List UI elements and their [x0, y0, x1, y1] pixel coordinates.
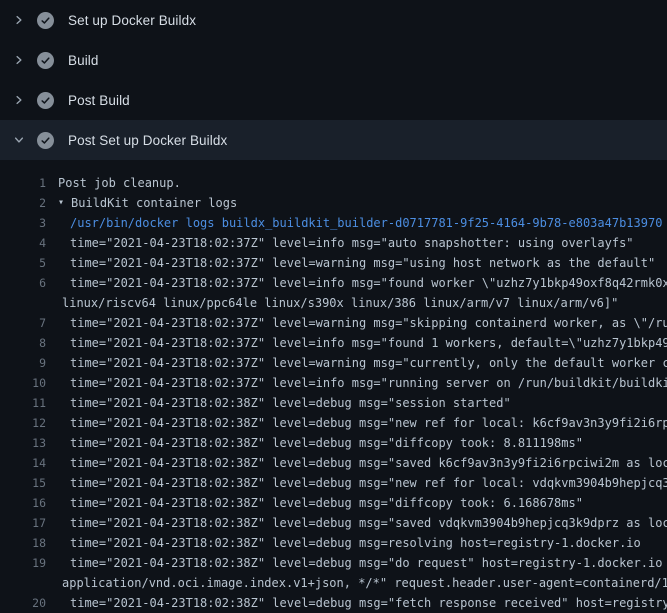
- log-line: 18time="2021-04-23T18:02:38Z" level=debu…: [0, 533, 667, 553]
- chevron-right-icon[interactable]: [11, 12, 27, 28]
- step-header-post-set-up-docker-buildx[interactable]: Post Set up Docker Buildx: [0, 120, 667, 160]
- log-line-number[interactable]: 14: [0, 453, 46, 473]
- log-line-number[interactable]: 1: [0, 173, 46, 193]
- log-line-text: time="2021-04-23T18:02:37Z" level=info m…: [46, 233, 634, 253]
- log-line: 12time="2021-04-23T18:02:38Z" level=debu…: [0, 413, 667, 433]
- log-line: application/vnd.oci.image.index.v1+json,…: [0, 573, 667, 593]
- check-circle-icon: [37, 92, 54, 109]
- log-line-number[interactable]: 19: [0, 553, 46, 573]
- step-header-set-up-docker-buildx[interactable]: Set up Docker Buildx: [0, 0, 667, 40]
- log-line-number: [0, 573, 46, 593]
- log-line: 7time="2021-04-23T18:02:37Z" level=warni…: [0, 313, 667, 333]
- log-line-number[interactable]: 16: [0, 493, 46, 513]
- log-line: 15time="2021-04-23T18:02:38Z" level=debu…: [0, 473, 667, 493]
- log-line-number[interactable]: 3: [0, 213, 46, 233]
- log-line-text: time="2021-04-23T18:02:37Z" level=warnin…: [46, 253, 655, 273]
- log-line-text: linux/riscv64 linux/ppc64le linux/s390x …: [46, 293, 618, 313]
- step-title: Build: [68, 53, 99, 68]
- log-line-text: time="2021-04-23T18:02:38Z" level=debug …: [46, 593, 667, 613]
- log-line: 16time="2021-04-23T18:02:38Z" level=debu…: [0, 493, 667, 513]
- log-line-number[interactable]: 10: [0, 373, 46, 393]
- log-line-number[interactable]: 18: [0, 533, 46, 553]
- step-header-post-build[interactable]: Post Build: [0, 80, 667, 120]
- log-line-number[interactable]: 15: [0, 473, 46, 493]
- workflow-steps-list: Set up Docker Buildx Build Post Build Post …: [0, 0, 667, 160]
- log-line-text: time="2021-04-23T18:02:38Z" level=debug …: [46, 513, 667, 533]
- step-log-output: 1Post job cleanup.2▾BuildKit container l…: [0, 160, 667, 613]
- log-line-text: time="2021-04-23T18:02:38Z" level=debug …: [46, 393, 511, 413]
- log-line: 3/usr/bin/docker logs buildx_buildkit_bu…: [0, 213, 667, 233]
- log-line: 19time="2021-04-23T18:02:38Z" level=debu…: [0, 553, 667, 573]
- log-line-text: time="2021-04-23T18:02:38Z" level=debug …: [46, 413, 667, 433]
- log-line: 4time="2021-04-23T18:02:37Z" level=info …: [0, 233, 667, 253]
- log-line-text: time="2021-04-23T18:02:37Z" level=info m…: [46, 273, 667, 293]
- log-line: linux/riscv64 linux/ppc64le linux/s390x …: [0, 293, 667, 313]
- log-line-text: time="2021-04-23T18:02:38Z" level=debug …: [46, 453, 667, 473]
- log-line-number: [0, 293, 46, 313]
- log-line-number[interactable]: 6: [0, 273, 46, 293]
- log-command-text: /usr/bin/docker logs buildx_buildkit_bui…: [46, 213, 662, 233]
- log-line: 1Post job cleanup.: [0, 173, 667, 193]
- log-line: 17time="2021-04-23T18:02:38Z" level=debu…: [0, 513, 667, 533]
- log-line: 10time="2021-04-23T18:02:37Z" level=info…: [0, 373, 667, 393]
- log-line-text: time="2021-04-23T18:02:37Z" level=info m…: [46, 373, 667, 393]
- log-line-number[interactable]: 11: [0, 393, 46, 413]
- step-title: Post Set up Docker Buildx: [68, 133, 227, 148]
- log-line-text: time="2021-04-23T18:02:38Z" level=debug …: [46, 553, 667, 573]
- log-line-text: time="2021-04-23T18:02:38Z" level=debug …: [46, 493, 583, 513]
- log-line-text: time="2021-04-23T18:02:37Z" level=info m…: [46, 333, 667, 353]
- log-line-number[interactable]: 13: [0, 433, 46, 453]
- log-line-text: time="2021-04-23T18:02:38Z" level=debug …: [46, 433, 583, 453]
- step-header-build[interactable]: Build: [0, 40, 667, 80]
- log-line: 2▾BuildKit container logs: [0, 193, 667, 213]
- log-line-number[interactable]: 20: [0, 593, 46, 613]
- check-circle-icon: [37, 12, 54, 29]
- check-circle-icon: [37, 52, 54, 69]
- log-line-text: time="2021-04-23T18:02:37Z" level=warnin…: [46, 353, 667, 373]
- log-line: 6time="2021-04-23T18:02:37Z" level=info …: [0, 273, 667, 293]
- log-line-number[interactable]: 8: [0, 333, 46, 353]
- chevron-down-icon[interactable]: [11, 132, 27, 148]
- check-circle-icon: [37, 132, 54, 149]
- log-line: 20time="2021-04-23T18:02:38Z" level=debu…: [0, 593, 667, 613]
- log-line-text: time="2021-04-23T18:02:38Z" level=debug …: [46, 473, 667, 493]
- log-group-toggle-icon[interactable]: ▾: [46, 193, 64, 213]
- log-line-text: time="2021-04-23T18:02:37Z" level=warnin…: [46, 313, 667, 333]
- step-title: Post Build: [68, 93, 130, 108]
- log-line: 14time="2021-04-23T18:02:38Z" level=debu…: [0, 453, 667, 473]
- log-line: 9time="2021-04-23T18:02:37Z" level=warni…: [0, 353, 667, 373]
- log-line-number[interactable]: 7: [0, 313, 46, 333]
- log-line-number[interactable]: 9: [0, 353, 46, 373]
- log-line-number[interactable]: 17: [0, 513, 46, 533]
- log-line-number[interactable]: 5: [0, 253, 46, 273]
- log-line: 11time="2021-04-23T18:02:38Z" level=debu…: [0, 393, 667, 413]
- log-line-number[interactable]: 4: [0, 233, 46, 253]
- chevron-right-icon[interactable]: [11, 92, 27, 108]
- log-line: 5time="2021-04-23T18:02:37Z" level=warni…: [0, 253, 667, 273]
- log-line-number[interactable]: 2: [0, 193, 46, 213]
- log-line: 8time="2021-04-23T18:02:37Z" level=info …: [0, 333, 667, 353]
- log-line-number[interactable]: 12: [0, 413, 46, 433]
- log-line-text: Post job cleanup.: [46, 173, 181, 193]
- log-line-text: time="2021-04-23T18:02:38Z" level=debug …: [46, 533, 641, 553]
- log-line: 13time="2021-04-23T18:02:38Z" level=debu…: [0, 433, 667, 453]
- step-title: Set up Docker Buildx: [68, 13, 196, 28]
- chevron-right-icon[interactable]: [11, 52, 27, 68]
- log-line-text: BuildKit container logs: [64, 193, 237, 213]
- log-line-text: application/vnd.oci.image.index.v1+json,…: [46, 573, 667, 593]
